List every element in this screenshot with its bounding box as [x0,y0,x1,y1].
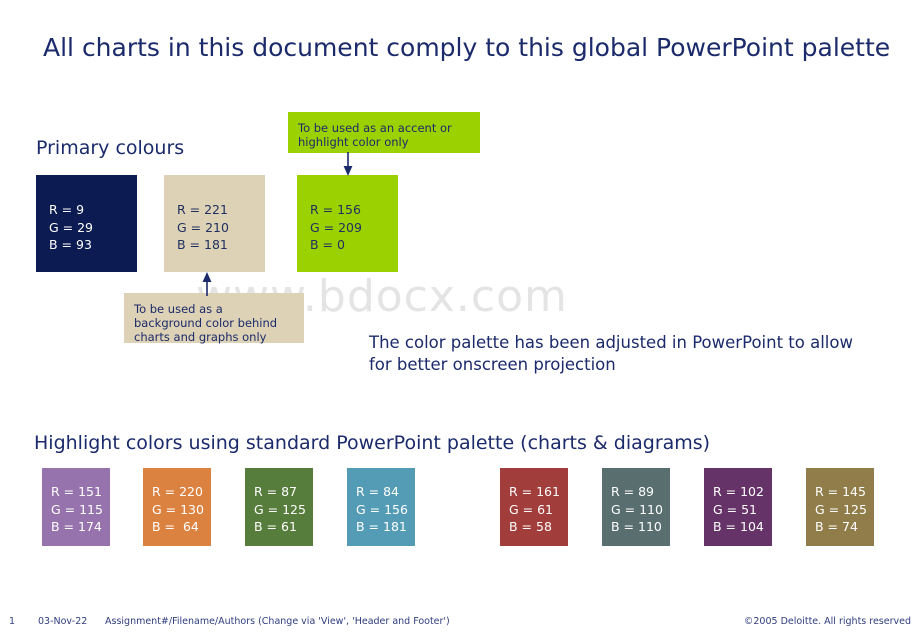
highlight-swatch-olive: R = 145 G = 125 B = 74 [806,468,874,546]
highlight-swatch-orange-rgb: R = 220 G = 130 B = 64 [152,484,204,534]
highlight-swatch-green-rgb: R = 87 G = 125 B = 61 [254,484,306,534]
callout-background-usage: To be used as a background color behind … [124,293,304,344]
highlight-swatch-orange: R = 220 G = 130 B = 64 [143,468,211,546]
palette-adjusted-note: The color palette has been adjusted in P… [369,333,853,374]
highlight-swatch-red: R = 161 G = 61 B = 58 [500,468,568,546]
highlight-swatch-slate-rgb: R = 89 G = 110 B = 110 [611,484,663,534]
footer-date: 03-Nov-22 [38,616,88,627]
highlight-swatch-purple-rgb: R = 151 G = 115 B = 174 [51,484,103,534]
footer-page-number: 1 [9,616,16,627]
highlight-swatch-slate: R = 89 G = 110 B = 110 [602,468,670,546]
highlight-swatch-green: R = 87 G = 125 B = 61 [245,468,313,546]
highlight-swatch-plum: R = 102 G = 51 B = 104 [704,468,772,546]
highlight-colors-heading: Highlight colors using standard PowerPoi… [34,432,711,454]
footer-assignment-text: Assignment#/Filename/Authors (Change via… [105,616,450,627]
slide-title: All charts in this document comply to th… [43,33,891,62]
slide-footer: 1 03-Nov-22 Assignment#/Filename/Authors… [0,607,920,637]
primary-swatch-tan-rgb: R = 221 G = 210 B = 181 [177,202,229,252]
primary-colours-heading: Primary colours [36,137,185,159]
primary-swatch-green: R = 156 G = 209 B = 0 [297,175,398,272]
arrow-down-icon [341,152,355,182]
arrow-up-icon [200,270,214,300]
highlight-swatch-plum-rgb: R = 102 G = 51 B = 104 [713,484,764,534]
highlight-swatch-purple: R = 151 G = 115 B = 174 [42,468,110,546]
highlight-swatch-olive-rgb: R = 145 G = 125 B = 74 [815,484,867,534]
primary-swatch-tan: R = 221 G = 210 B = 181 [164,175,265,272]
highlight-swatch-blue: R = 84 G = 156 B = 181 [347,468,415,546]
primary-swatch-green-rgb: R = 156 G = 209 B = 0 [310,202,362,252]
primary-swatch-navy-rgb: R = 9 G = 29 B = 93 [49,202,94,252]
highlight-swatch-red-rgb: R = 161 G = 61 B = 58 [509,484,560,534]
primary-swatch-navy: R = 9 G = 29 B = 93 [36,175,137,272]
footer-copyright: ©2005 Deloitte. All rights reserved [743,616,911,627]
callout-accent-usage: To be used as an accent or highlight col… [288,112,480,153]
highlight-swatch-blue-rgb: R = 84 G = 156 B = 181 [356,484,408,534]
